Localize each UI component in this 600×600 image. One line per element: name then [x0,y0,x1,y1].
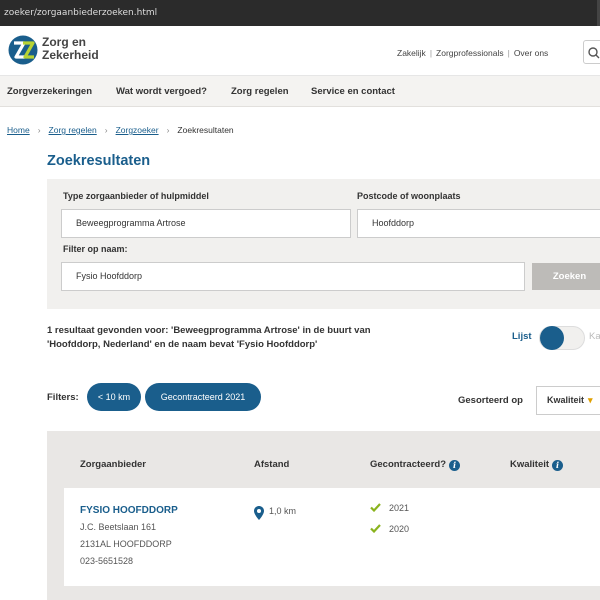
column-header-gecontracteerd: Gecontracteerd? i [370,459,461,471]
top-link-zakelijk[interactable]: Zakelijk [397,48,426,58]
url-text: zoeker/zorgaanbiederzoeken.html [4,8,158,18]
chevron-right-icon: › [104,125,108,135]
column-header-zorgaanbieder: Zorgaanbieder [80,459,146,470]
filters-label: Filters: [47,392,79,403]
nav-zorgverzekeringen[interactable]: Zorgverzekeringen [7,86,92,97]
top-link-over-ons[interactable]: Over ons [514,48,549,58]
contracted-year-row: 2021 [370,503,409,513]
nav-service-en-contact[interactable]: Service en contact [311,86,395,97]
column-header-afstand: Afstand [254,459,290,470]
contracted-year: 2020 [389,524,410,534]
checkmark-icon [370,524,381,533]
column-header-gecontracteerd-label: Gecontracteerd? [370,459,447,470]
results-table: Zorgaanbieder Afstand Gecontracteerd? i K… [47,431,600,600]
chevron-down-icon: ▾ [588,395,593,405]
top-link-zorgprofessionals[interactable]: Zorgprofessionals [436,48,504,58]
info-icon[interactable]: i [552,460,564,471]
provider-name-link[interactable]: FYSIO HOOFDDORP [80,505,178,516]
provider-street: J.C. Beetslaan 161 [80,522,157,532]
result-summary: 1 resultaat gevonden voor: 'Beweegprogra… [47,325,371,350]
breadcrumb: Home › Zorg regelen › Zorgzoeker › Zoekresulta… [7,125,234,135]
breadcrumb-home[interactable]: Home [7,125,30,135]
site-header: Zorg en Zekerheid Zakelijk | Zorgprofessio… [0,26,600,76]
info-icon[interactable]: i [449,460,461,471]
contracted-year-row: 2020 [370,524,409,534]
search-form: Type zorgaanbieder of hulpmiddel Beweegp… [47,179,600,309]
zoeken-button[interactable]: Zoeken [532,263,600,290]
top-links: Zakelijk | Zorgprofessionals | Over ons [397,48,548,58]
location-pin-icon [254,506,264,520]
name-filter-label: Filter op naam: [63,244,128,254]
type-input[interactable]: Beweegprogramma Artrose [61,209,351,238]
logo-line-2: Zekerheid [42,48,99,62]
browser-address-bar[interactable]: zoeker/zorgaanbiederzoeken.html [0,0,600,26]
breadcrumb-current: Zoekresultaten [177,125,234,135]
nav-zorg-regelen[interactable]: Zorg regelen [231,86,289,97]
postcode-label: Postcode of woonplaats [357,191,461,201]
chevron-right-icon: › [166,125,170,135]
column-header-kwaliteit: Kwaliteit i [510,459,564,471]
checkmark-icon [370,503,381,512]
column-header-kwaliteit-label: Kwaliteit [510,459,550,470]
search-icon [588,47,600,59]
logo-wordmark[interactable]: Zorg en Zekerheid [42,36,99,62]
chevron-right-icon: › [37,125,41,135]
page-title: Zoekresultaten [47,153,151,169]
view-list-label[interactable]: Lijst [512,331,532,342]
provider-phone: 023-5651528 [80,556,134,566]
nav-wat-wordt-vergoed[interactable]: Wat wordt vergoed? [116,86,207,97]
sort-select[interactable]: Kwaliteit ▾ [536,386,600,415]
table-row[interactable]: FYSIO HOOFDDORP J.C. Beetslaan 161 2131A… [64,488,600,586]
main-navigation: Zorgverzekeringen Wat wordt vergoed? Zor… [0,76,600,107]
separator: | [429,48,433,58]
filter-chip-contracted[interactable]: Gecontracteerd 2021 [145,383,261,411]
header-search-button[interactable] [583,40,600,64]
provider-city: 2131AL HOOFDDORP [80,539,172,549]
separator: | [507,48,510,58]
provider-distance: 1,0 km [269,506,297,516]
breadcrumb-zorg-regelen[interactable]: Zorg regelen [49,125,97,135]
type-label: Type zorgaanbieder of hulpmiddel [63,191,209,201]
breadcrumb-zorgzoeker[interactable]: Zorgzoeker [116,125,159,135]
sort-label: Gesorteerd op [458,395,523,406]
contracted-year: 2021 [389,503,410,513]
name-filter-input[interactable]: Fysio Hoofddorp [61,262,525,291]
sort-value: Kwaliteit [547,395,585,405]
postcode-input[interactable]: Hoofddorp [357,209,600,238]
view-map-label[interactable]: Ka [589,331,600,342]
zz-logo-icon[interactable] [8,35,38,65]
toggle-knob[interactable] [540,326,564,350]
filter-chip-distance[interactable]: < 10 km [87,383,141,411]
